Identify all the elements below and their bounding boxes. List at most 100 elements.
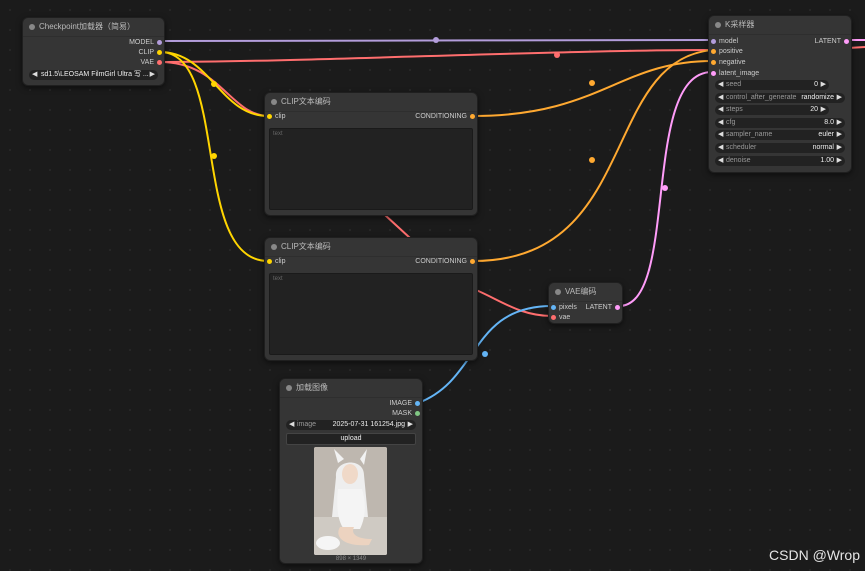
node-title-bar[interactable]: Checkpoint加载器（简易） bbox=[23, 18, 164, 37]
output-latent-dot[interactable] bbox=[844, 39, 849, 44]
checkpoint-loader-node[interactable]: Checkpoint加载器（简易） MODEL CLIP VAE ◀ sd1.5… bbox=[22, 17, 165, 86]
collapse-dot-icon[interactable] bbox=[555, 289, 561, 295]
input-positive[interactable]: positive bbox=[719, 47, 743, 57]
link-cond1-midpoint bbox=[589, 80, 595, 86]
clip-text-encode-node-1[interactable]: CLIP文本编码 clip CONDITIONING text bbox=[264, 92, 478, 216]
cfg-widget[interactable]: ◀ cfg 8.0 ▶ bbox=[715, 118, 845, 128]
increment-arrow-icon[interactable]: ▶ bbox=[837, 130, 842, 140]
link-vae-encode bbox=[475, 289, 553, 317]
clip-text-encode-node-2[interactable]: CLIP文本编码 clip CONDITIONING text bbox=[264, 237, 478, 361]
output-vae[interactable]: VAE bbox=[141, 58, 155, 68]
input-clip-dot[interactable] bbox=[267, 259, 272, 264]
collapse-dot-icon[interactable] bbox=[271, 244, 277, 250]
vae-encode-title: VAE编码 bbox=[565, 287, 597, 296]
ckpt-prev-arrow-icon[interactable]: ◀ bbox=[32, 70, 37, 80]
link-cond2 bbox=[472, 49, 713, 262]
node-title-bar[interactable]: K采样器 bbox=[709, 16, 851, 35]
input-negative[interactable]: negative bbox=[719, 58, 745, 68]
image-select-widget[interactable]: ◀ image 2025-07-31 161254.jpg ▶ bbox=[286, 420, 416, 430]
node-title-bar[interactable]: CLIP文本编码 bbox=[265, 93, 477, 112]
input-pixels-dot[interactable] bbox=[551, 305, 556, 310]
output-model-dot[interactable] bbox=[157, 40, 162, 45]
increment-arrow-icon[interactable]: ▶ bbox=[821, 80, 826, 90]
scheduler-widget[interactable]: ◀ scheduler normal ▶ bbox=[715, 143, 845, 153]
input-vae-dot[interactable] bbox=[551, 315, 556, 320]
input-model-dot[interactable] bbox=[711, 39, 716, 44]
graph-canvas[interactable]: Checkpoint加载器（简易） MODEL CLIP VAE ◀ sd1.5… bbox=[0, 0, 865, 571]
link-cond2-midpoint bbox=[589, 157, 595, 163]
output-latent[interactable]: LATENT bbox=[815, 37, 841, 47]
input-clip[interactable]: clip bbox=[275, 257, 286, 267]
control-after-generate-widget[interactable]: ◀ control_after_generate randomize ▶ bbox=[715, 93, 845, 103]
output-clip-dot[interactable] bbox=[157, 50, 162, 55]
seed-widget[interactable]: ◀ seed 0 ▶ bbox=[715, 80, 829, 90]
decrement-arrow-icon[interactable]: ◀ bbox=[718, 93, 723, 103]
collapse-dot-icon[interactable] bbox=[715, 22, 721, 28]
link-latent bbox=[618, 71, 713, 307]
link-clip-clip2-midpoint bbox=[211, 153, 217, 159]
input-positive-dot[interactable] bbox=[711, 49, 716, 54]
upload-button[interactable]: upload bbox=[286, 433, 416, 445]
increment-arrow-icon[interactable]: ▶ bbox=[837, 93, 842, 103]
output-image[interactable]: IMAGE bbox=[389, 399, 412, 409]
link-vae-long-midpoint bbox=[554, 52, 560, 58]
decrement-arrow-icon[interactable]: ◀ bbox=[718, 105, 723, 115]
node-title-bar[interactable]: CLIP文本编码 bbox=[265, 238, 477, 257]
increment-arrow-icon[interactable]: ▶ bbox=[837, 143, 842, 153]
output-conditioning[interactable]: CONDITIONING bbox=[415, 257, 467, 267]
link-model-midpoint bbox=[433, 37, 439, 43]
input-latent-dot[interactable] bbox=[711, 71, 716, 76]
denoise-widget[interactable]: ◀ denoise 1.00 ▶ bbox=[715, 156, 845, 166]
increment-arrow-icon[interactable]: ▶ bbox=[837, 118, 842, 128]
steps-widget[interactable]: ◀ steps 20 ▶ bbox=[715, 105, 829, 115]
link-vae-long bbox=[159, 49, 713, 63]
increment-arrow-icon[interactable]: ▶ bbox=[837, 156, 842, 166]
output-mask[interactable]: MASK bbox=[392, 409, 412, 419]
ckpt-name-widget[interactable]: ◀ sd1.5\LEOSAM FilmGirl Ultra 写 ... ▶ bbox=[29, 70, 158, 80]
output-mask-dot[interactable] bbox=[415, 411, 420, 416]
input-pixels[interactable]: pixels bbox=[559, 303, 577, 313]
checkpoint-title: Checkpoint加载器（简易） bbox=[39, 22, 136, 31]
collapse-dot-icon[interactable] bbox=[29, 24, 35, 30]
vae-encode-node[interactable]: VAE编码 pixels LATENT vae bbox=[548, 282, 623, 324]
prev-image-arrow-icon[interactable]: ◀ bbox=[289, 420, 294, 430]
clip1-text-input[interactable]: text bbox=[269, 128, 473, 210]
output-image-dot[interactable] bbox=[415, 401, 420, 406]
output-clip[interactable]: CLIP bbox=[138, 48, 154, 58]
input-clip[interactable]: clip bbox=[275, 112, 286, 122]
link-latent-midpoint bbox=[662, 185, 668, 191]
output-model[interactable]: MODEL bbox=[129, 38, 154, 48]
sampler-name-widget[interactable]: ◀ sampler_name euler ▶ bbox=[715, 130, 845, 140]
decrement-arrow-icon[interactable]: ◀ bbox=[718, 118, 723, 128]
link-model bbox=[159, 39, 713, 42]
node-title-bar[interactable]: 加载图像 bbox=[280, 379, 422, 398]
input-clip-dot[interactable] bbox=[267, 114, 272, 119]
decrement-arrow-icon[interactable]: ◀ bbox=[718, 80, 723, 90]
output-vae-dot[interactable] bbox=[157, 60, 162, 65]
decrement-arrow-icon[interactable]: ◀ bbox=[718, 156, 723, 166]
link-clip-clip2 bbox=[159, 51, 269, 262]
load-image-node[interactable]: 加载图像 IMAGE MASK ◀ image 2025-07-31 16125… bbox=[279, 378, 423, 564]
ksampler-title: K采样器 bbox=[725, 20, 755, 29]
input-vae[interactable]: vae bbox=[559, 313, 570, 323]
input-latent-image[interactable]: latent_image bbox=[719, 69, 759, 79]
ckpt-next-arrow-icon[interactable]: ▶ bbox=[150, 70, 155, 80]
output-conditioning[interactable]: CONDITIONING bbox=[415, 112, 467, 122]
collapse-dot-icon[interactable] bbox=[286, 385, 292, 391]
load-image-title: 加载图像 bbox=[296, 383, 328, 392]
increment-arrow-icon[interactable]: ▶ bbox=[821, 105, 826, 115]
ksampler-node[interactable]: K采样器 model LATENT positive negative late… bbox=[708, 15, 852, 173]
collapse-dot-icon[interactable] bbox=[271, 99, 277, 105]
preview-figure-graphic bbox=[314, 447, 387, 555]
input-negative-dot[interactable] bbox=[711, 60, 716, 65]
decrement-arrow-icon[interactable]: ◀ bbox=[718, 143, 723, 153]
node-title-bar[interactable]: VAE编码 bbox=[549, 283, 622, 302]
output-latent-dot[interactable] bbox=[615, 305, 620, 310]
output-conditioning-dot[interactable] bbox=[470, 259, 475, 264]
output-conditioning-dot[interactable] bbox=[470, 114, 475, 119]
clip2-text-input[interactable]: text bbox=[269, 273, 473, 355]
input-model[interactable]: model bbox=[719, 37, 738, 47]
decrement-arrow-icon[interactable]: ◀ bbox=[718, 130, 723, 140]
output-latent[interactable]: LATENT bbox=[586, 303, 612, 313]
next-image-arrow-icon[interactable]: ▶ bbox=[408, 420, 413, 430]
